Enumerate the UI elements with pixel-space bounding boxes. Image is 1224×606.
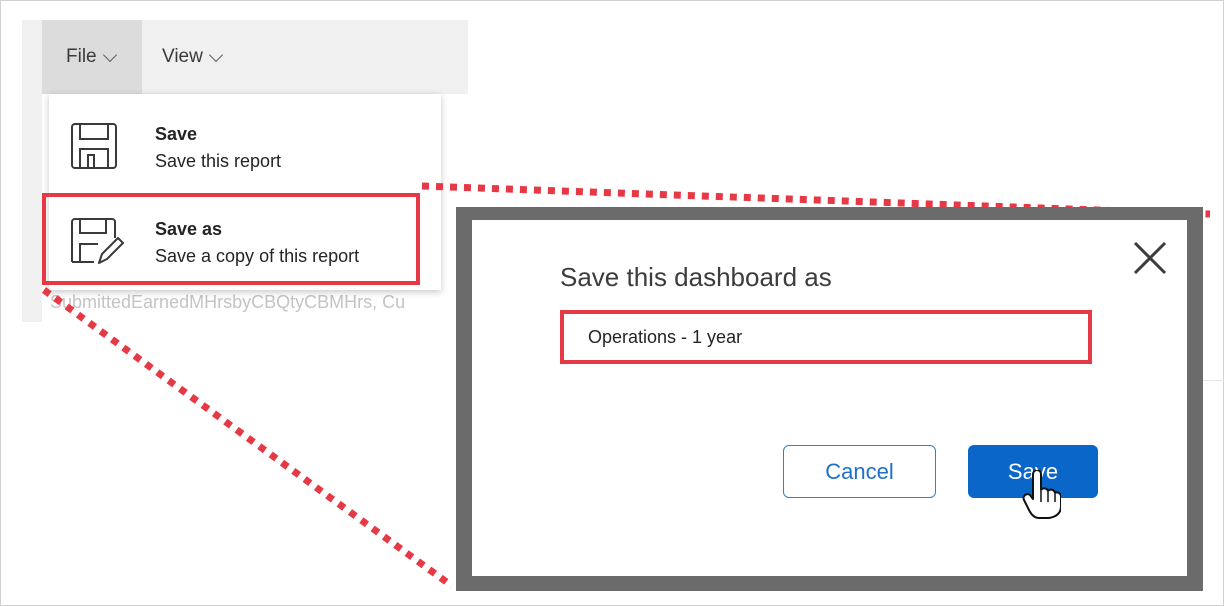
floppy-disk-icon bbox=[71, 123, 117, 169]
menu-item-save-title: Save bbox=[155, 124, 198, 144]
save-as-highlight-box bbox=[42, 193, 420, 285]
view-menu-tab[interactable]: View bbox=[142, 20, 252, 94]
file-menu-tab[interactable]: File bbox=[42, 20, 142, 94]
menu-item-save[interactable]: Save Save this report bbox=[49, 99, 441, 191]
background-field-list-text: SubmittedEarnedMHrsbyCBQtyCBMHrs, Cu bbox=[50, 292, 406, 312]
menu-bar: File View bbox=[42, 20, 468, 94]
close-icon[interactable] bbox=[1130, 238, 1170, 278]
chevron-down-icon bbox=[102, 47, 117, 62]
app-left-strip bbox=[22, 20, 42, 322]
cancel-button[interactable]: Cancel bbox=[783, 445, 936, 498]
save-button[interactable]: Save bbox=[968, 445, 1098, 498]
dialog-title: Save this dashboard as bbox=[560, 262, 832, 292]
file-menu-label: File bbox=[66, 46, 97, 67]
dashboard-name-input[interactable] bbox=[560, 310, 1092, 364]
menu-item-save-subtitle: Save this report bbox=[155, 151, 282, 171]
view-menu-label: View bbox=[162, 46, 203, 67]
save-as-dialog: Save this dashboard as Cancel Save bbox=[472, 220, 1187, 576]
chevron-down-icon bbox=[208, 47, 223, 62]
